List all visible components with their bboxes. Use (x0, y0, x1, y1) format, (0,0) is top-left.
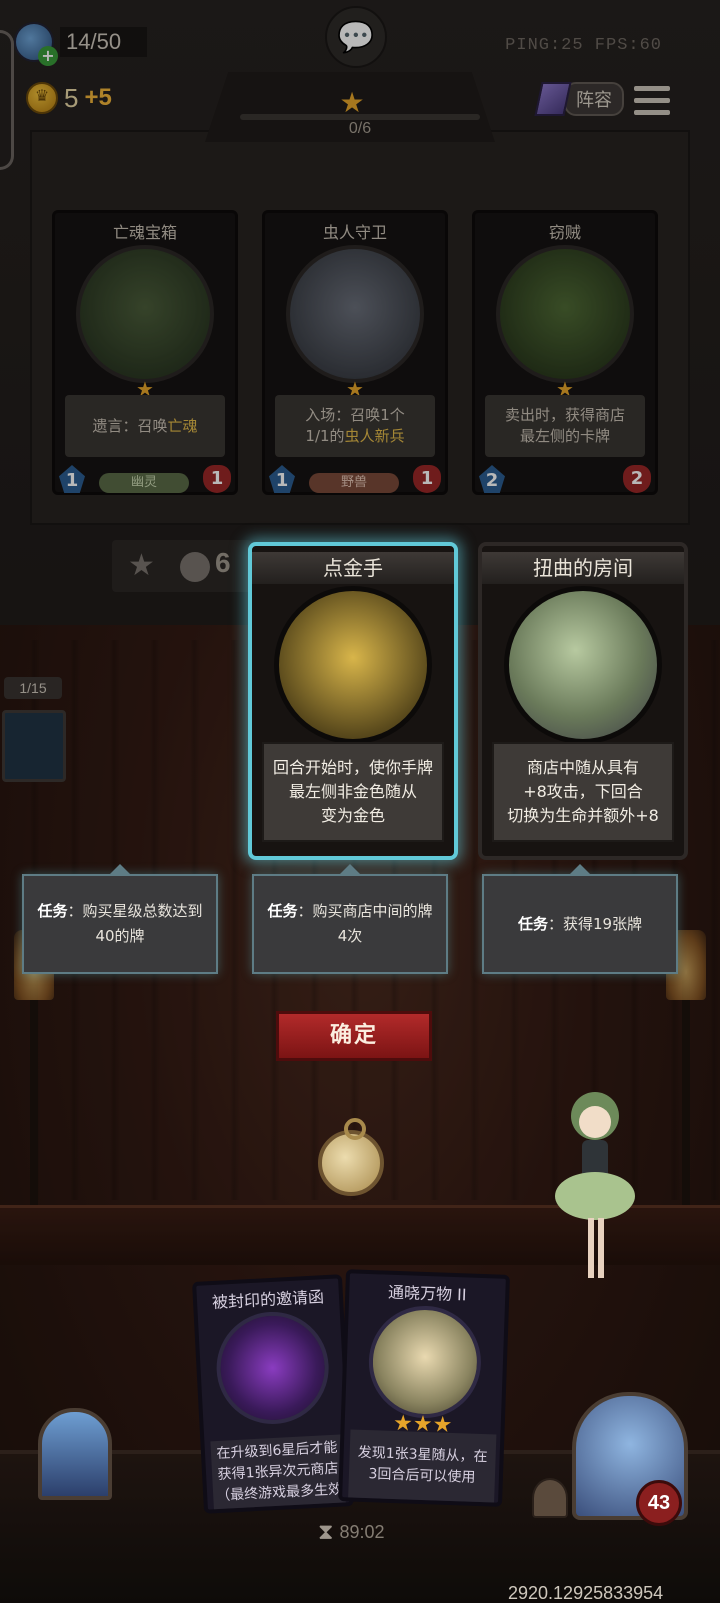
minion-text: 卖出时，获得商店 最左侧的卡牌 (485, 395, 645, 457)
quest-text: 回合开始时，使你手牌 最左侧非金色随从 变为金色 (262, 742, 444, 842)
lineup-label: 阵容 (564, 82, 624, 116)
gold-display: 5 +5 (26, 82, 112, 114)
upgrade-coin-icon (180, 552, 210, 582)
quest-name: 扭曲的房间 (482, 552, 684, 584)
gold-income: +5 (84, 84, 112, 111)
quest-text-line: 切换为生命并额外+8 (507, 806, 659, 825)
capacity-icon (14, 22, 58, 66)
opponent-portrait[interactable] (2, 710, 66, 782)
capacity-counter[interactable]: 14/50 (14, 22, 148, 66)
task-text: ：获得19张牌 (547, 914, 643, 933)
player-health: 43 (636, 1480, 682, 1526)
hand-card-art (213, 1309, 332, 1427)
minion-name: 虫人守卫 (322, 223, 387, 242)
shop-minion-card[interactable]: 亡魂宝箱 ★ 遗言：召唤亡魂 1 幽灵 1 (52, 210, 238, 495)
chat-bubble-icon: 💬 (337, 19, 375, 55)
hand-card-name: 被封印的邀请函 (211, 1287, 325, 1313)
hourglass-icon: ⧗ (318, 1520, 334, 1545)
side-counter: 1/15 (4, 677, 62, 699)
quest-text-line: 变为金色 (320, 806, 385, 825)
minion-portrait (76, 245, 214, 383)
turn-timer: ⧗ 89:02 (318, 1520, 385, 1545)
confirm-button[interactable]: 确定 (276, 1011, 432, 1061)
quest-task[interactable]: 任务：购买商店中间的牌4次 (252, 864, 448, 974)
minion-text-line1: 入场：召唤1个 (305, 406, 405, 424)
quest-card[interactable]: 扭曲的房间 商店中随从具有 +8攻击，下回合 切换为生命并额外+8 (478, 542, 688, 860)
hand-card-art (366, 1304, 483, 1420)
task-text: ：购买星级总数达到40的牌 (67, 902, 203, 945)
quest-text-line: 最左侧非金色随从 (288, 782, 417, 801)
lineup-button[interactable]: 阵容 (534, 82, 624, 116)
menu-bar-icon (634, 109, 670, 115)
quest-text: 商店中随从具有 +8攻击，下回合 切换为生命并额外+8 (492, 742, 674, 842)
menu-button[interactable] (634, 82, 670, 118)
health-badge: 1 (413, 465, 441, 493)
minion-text-line1: 卖出时，获得商店 (504, 406, 625, 424)
tribe-tag: 野兽 (309, 473, 399, 493)
health-badge: 1 (203, 465, 231, 493)
attack-badge: 2 (479, 465, 505, 493)
minion-portrait (286, 245, 424, 383)
hand-card-line: 3回合后可以使用 (368, 1466, 476, 1486)
task-text: ：购买商店中间的牌4次 (297, 902, 433, 945)
hand-card[interactable]: 被封印的邀请函 在升级到6星后才能 获得1张异次元商店 （最终游戏最多生效 (192, 1274, 354, 1514)
tier-progress-text: 0/6 (348, 120, 372, 137)
menu-bar-icon (634, 85, 670, 91)
minion-text: 入场：召唤1个 1/1的虫人新兵 (275, 395, 435, 457)
hand-card-name: 通晓万物 II (387, 1282, 467, 1305)
chat-button[interactable]: 💬 (325, 6, 387, 68)
capacity-text: 14/50 (60, 27, 148, 57)
upgrade-star-icon: ★ (128, 548, 155, 583)
minion-text-keyword: 亡魂 (167, 416, 198, 435)
attack-badge: 1 (59, 465, 85, 493)
hero-character (555, 1092, 635, 1278)
hand-card-text: 在升级到6星后才能 获得1张异次元商店 （最终游戏最多生效 (210, 1434, 346, 1510)
task-label: 任务 (37, 902, 68, 920)
gold-coin-icon (26, 82, 58, 114)
pocketwatch-icon (318, 1118, 384, 1196)
health-badge: 2 (623, 465, 651, 493)
task-label: 任务 (517, 914, 548, 933)
quest-task[interactable]: 任务：购买星级总数达到40的牌 (22, 864, 218, 974)
ping-fps-readout: PING:25 FPS:60 (505, 36, 662, 55)
minion-portrait (496, 245, 634, 383)
hero-power-portrait[interactable] (38, 1408, 112, 1500)
quest-art (504, 586, 662, 744)
quest-card[interactable]: 点金手 回合开始时，使你手牌 最左侧非金色随从 变为金色 (248, 542, 458, 860)
lamp-pole-left (30, 980, 38, 1240)
menu-bar-icon (634, 97, 670, 103)
minion-text-keyword: 虫人新兵 (344, 427, 405, 445)
quest-text-line: 回合开始时，使你手牌 (272, 758, 433, 777)
lamp-pole-right (682, 980, 690, 1240)
minion-text-line2: 最左侧的卡牌 (519, 427, 610, 445)
tribe-tag: 幽灵 (99, 473, 189, 493)
build-id: 2920.12925833954 (508, 1583, 664, 1603)
minion-text-pre: 遗言：召唤 (92, 416, 168, 435)
minion-name: 亡魂宝箱 (112, 223, 177, 242)
quest-text-line: +8攻击，下回合 (523, 782, 643, 801)
quest-task[interactable]: 任务：获得19张牌 (482, 864, 678, 974)
minion-text-pre: 1/1的 (305, 427, 345, 445)
side-tab-handle[interactable] (0, 30, 14, 170)
upgrade-cost: 6 (215, 547, 231, 578)
timer-text: 89:02 (339, 1522, 385, 1542)
quest-text-line: 商店中随从具有 (526, 758, 639, 777)
minion-name: 窃贼 (548, 223, 581, 242)
minion-text: 遗言：召唤亡魂 (65, 395, 225, 457)
shop-minion-card[interactable]: 虫人守卫 ★ 入场：召唤1个 1/1的虫人新兵 1 野兽 1 (262, 210, 448, 495)
bell-icon[interactable] (532, 1478, 568, 1518)
gold-value: 5 (64, 82, 79, 113)
attack-badge: 1 (269, 465, 295, 493)
hand-card[interactable]: 通晓万物 II ★★★ 发现1张3星随从，在 3回合后可以使用 (338, 1269, 510, 1507)
shop-minion-card[interactable]: 窃贼 ★ 卖出时，获得商店 最左侧的卡牌 2 2 (472, 210, 658, 495)
quest-art (274, 586, 432, 744)
hand-card-text: 发现1张3星随从，在 3回合后可以使用 (348, 1429, 497, 1503)
task-label: 任务 (267, 902, 298, 920)
quest-name: 点金手 (252, 552, 454, 584)
